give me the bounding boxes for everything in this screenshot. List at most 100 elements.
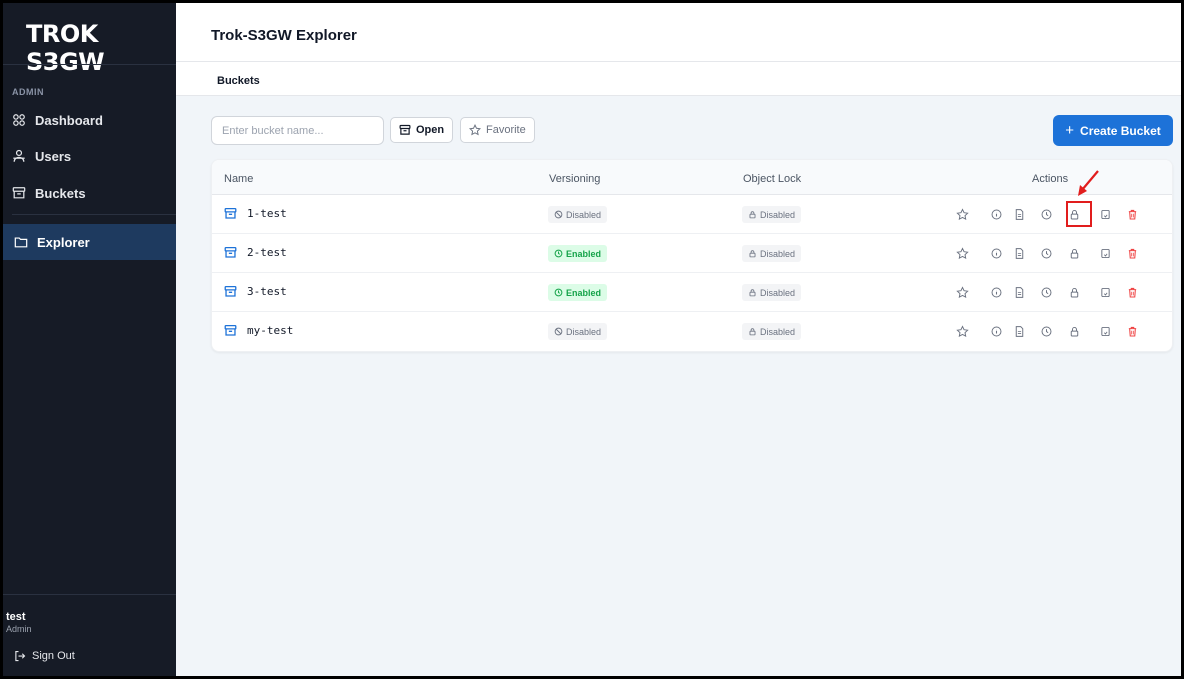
bucket-name-cell[interactable]: 3-test [224,285,287,298]
open-button-label: Open [416,124,445,136]
info-icon [991,326,1001,336]
bucket-name: 2-test [247,246,287,259]
info-icon [991,209,1001,219]
versioning-badge: Enabled [548,245,608,262]
action-lock-button[interactable] [1066,206,1082,222]
versioning-badge: Disabled [548,323,608,340]
action-document-button[interactable] [1011,284,1027,300]
table-row[interactable]: 3-test Enabled Disabled [212,273,1172,312]
action-star-button[interactable] [954,206,970,222]
action-star-button[interactable] [954,323,970,339]
clock-icon [554,288,563,297]
sidebar-item-label: Buckets [35,185,86,201]
buckets-table: Name Versioning Object Lock Actions 1-te… [211,159,1173,352]
sidebar-item-buckets[interactable]: Buckets [12,182,86,204]
favorite-button[interactable]: Favorite [460,117,535,143]
object-lock-badge: Disabled [742,206,802,223]
sign-out-label: Sign Out [32,650,75,662]
dashboard-icon [13,114,25,126]
breadcrumb[interactable]: Buckets [217,75,260,87]
object-lock-status: Disabled [760,209,796,220]
action-lock-button[interactable] [1066,284,1082,300]
bucket-name-input[interactable] [211,116,384,145]
lock-icon [1070,209,1078,219]
divider [0,64,176,65]
action-lock-button[interactable] [1066,245,1082,261]
brand-logo: TROK S3GW [26,20,105,76]
action-trash-button[interactable] [1124,206,1140,222]
sidebar-item-dashboard[interactable]: Dashboard [12,109,103,131]
table-row[interactable]: 2-test Enabled Disabled [212,234,1172,273]
action-clock-button[interactable] [1038,206,1054,222]
bucket-name-cell[interactable]: my-test [224,324,293,337]
create-bucket-label: Create Bucket [1080,123,1161,138]
bucket-icon [224,246,237,258]
action-copy-button[interactable] [1097,284,1113,300]
action-info-button[interactable] [988,206,1004,222]
ban-icon [554,327,563,336]
action-info-button[interactable] [988,284,1004,300]
action-clock-button[interactable] [1038,323,1054,339]
star-icon [469,124,481,136]
action-lock-button[interactable] [1066,323,1082,339]
document-icon [1015,247,1023,259]
action-copy-button[interactable] [1097,245,1113,261]
bucket-icon [224,207,237,219]
sidebar-item-users[interactable]: Users [12,145,71,167]
action-copy-button[interactable] [1097,323,1113,339]
user-role: Admin [6,624,32,634]
column-header-object-lock: Object Lock [743,173,802,185]
clock-icon [1041,326,1051,336]
trash-icon [1128,209,1136,219]
action-clock-button[interactable] [1038,284,1054,300]
divider [0,594,176,595]
column-header-versioning: Versioning [549,173,601,185]
column-header-name: Name [224,173,254,185]
bucket-name-cell[interactable]: 1-test [224,207,287,220]
trash-icon [1128,248,1136,258]
action-document-button[interactable] [1011,206,1027,222]
lock-icon [1070,326,1078,336]
action-copy-button[interactable] [1097,206,1113,222]
trash-icon [1128,287,1136,297]
create-bucket-button[interactable]: + Create Bucket [1053,115,1173,146]
versioning-badge: Enabled [548,284,608,301]
document-icon [1015,286,1023,298]
info-icon [991,248,1001,258]
action-trash-button[interactable] [1124,245,1140,261]
clock-icon [1041,287,1051,297]
bucket-name-cell[interactable]: 2-test [224,246,287,259]
action-star-button[interactable] [954,245,970,261]
sign-out-icon [15,650,26,662]
bucket-icon [399,124,411,135]
action-info-button[interactable] [988,323,1004,339]
user-name: test [6,611,26,623]
copy-icon [1100,209,1110,219]
action-document-button[interactable] [1011,245,1027,261]
star-icon [955,207,969,220]
table-row[interactable]: 1-test Disabled Disabled [212,195,1172,234]
open-button[interactable]: Open [390,117,454,143]
sidebar-item-label: Dashboard [35,112,103,128]
copy-icon [1100,248,1110,258]
star-icon [955,324,969,337]
versioning-status: Enabled [566,287,602,298]
sign-out-button[interactable]: Sign Out [14,650,75,662]
action-trash-button[interactable] [1124,284,1140,300]
action-trash-button[interactable] [1124,323,1140,339]
lock-icon [1070,248,1078,258]
action-star-button[interactable] [954,284,970,300]
lock-icon [749,328,756,336]
table-row[interactable]: my-test Disabled Disabled [212,312,1172,351]
action-clock-button[interactable] [1038,245,1054,261]
sidebar-item-explorer[interactable]: Explorer [0,224,176,260]
document-icon [1015,208,1023,220]
favorite-button-label: Favorite [486,124,526,136]
action-document-button[interactable] [1011,323,1027,339]
star-icon [955,285,969,298]
copy-icon [1100,287,1110,297]
lock-icon [749,250,756,258]
action-info-button[interactable] [988,245,1004,261]
users-icon [13,149,25,162]
bucket-name: 1-test [247,207,287,220]
